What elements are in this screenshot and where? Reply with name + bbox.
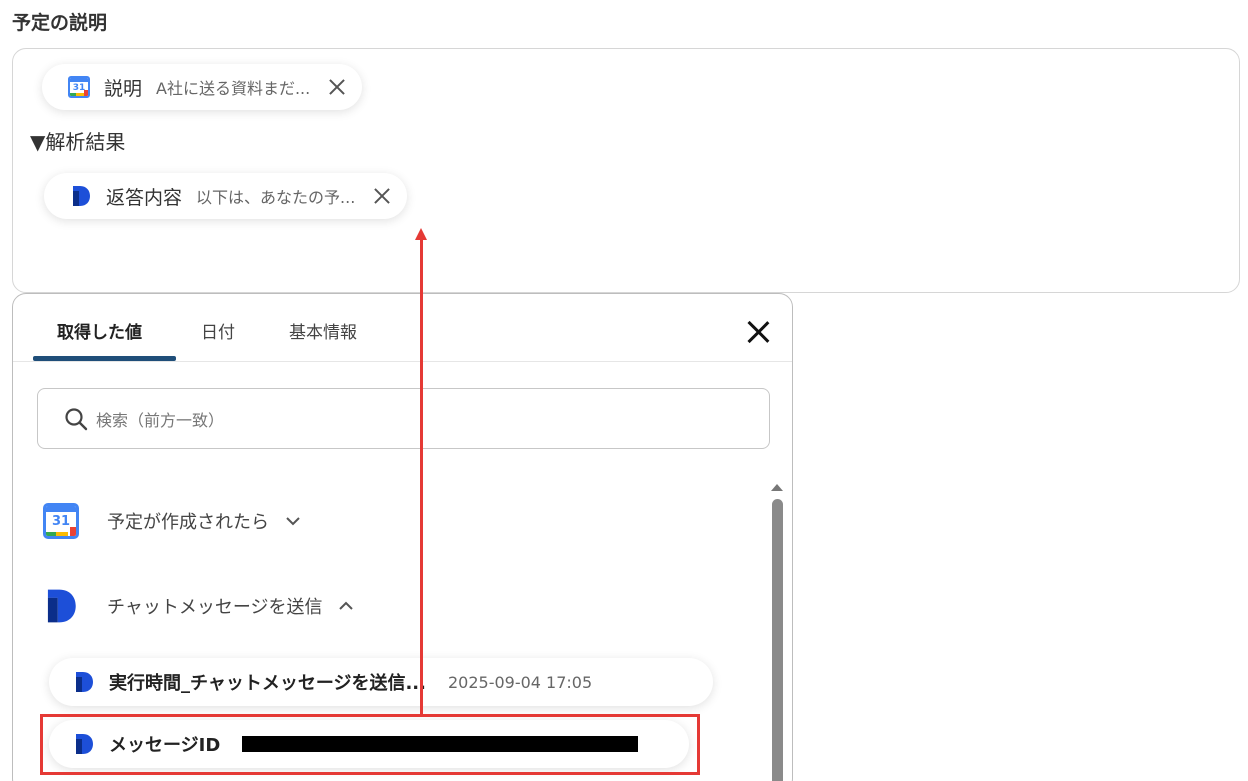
chip-name: 返答内容 xyxy=(106,186,183,209)
annotation-highlight-box xyxy=(40,714,700,775)
annotation-arrow-line xyxy=(420,238,423,714)
scroll-up-arrow-icon[interactable] xyxy=(771,484,783,491)
google-calendar-icon: 31 xyxy=(68,76,90,98)
group-label: チャットメッセージを送信 xyxy=(107,597,323,618)
group-calendar-event-created[interactable]: 31 予定が作成されたら xyxy=(43,503,301,539)
list-item-execution-time[interactable]: 実行時間_チャットメッセージを送信... 2025-09-04 17:05 xyxy=(49,658,713,706)
chip-value: 以下は、あなたの予... xyxy=(196,188,356,207)
item-name: 実行時間_チャットメッセージを送信... xyxy=(109,673,426,694)
annotation-arrow-head-icon xyxy=(415,228,427,240)
search-placeholder: 検索（前方一致） xyxy=(96,410,225,430)
chevron-down-icon[interactable] xyxy=(285,516,301,526)
variable-chip-description[interactable]: 31 説明 A社に送る資料まだ... xyxy=(42,64,363,110)
tab-bar: 取得した値 日付 基本情報 xyxy=(13,294,792,362)
value-picker-popup: 取得した値 日付 基本情報 検索（前方一致） 31 予定が作成されたら チャット… xyxy=(12,293,793,781)
group-label: 予定が作成されたら xyxy=(107,512,269,533)
search-icon xyxy=(65,407,88,430)
item-value: 2025-09-04 17:05 xyxy=(447,672,593,692)
editor-text-line: ▼解析結果 xyxy=(30,130,126,154)
variable-chip-response[interactable]: 返答内容 以下は、あなたの予... xyxy=(44,173,408,219)
active-tab-indicator xyxy=(33,356,176,361)
tab-date[interactable]: 日付 xyxy=(201,318,235,343)
close-icon[interactable] xyxy=(371,185,393,207)
dify-icon xyxy=(73,186,90,206)
chip-value: A社に送る資料まだ... xyxy=(156,79,311,98)
search-input[interactable]: 検索（前方一致） xyxy=(37,388,770,449)
scrollbar-thumb[interactable] xyxy=(772,499,783,781)
tab-basic-info[interactable]: 基本情報 xyxy=(289,318,357,343)
group-send-chat-message[interactable]: チャットメッセージを送信 xyxy=(43,586,354,626)
google-calendar-icon: 31 xyxy=(43,503,79,539)
chip-name: 説明 xyxy=(104,77,143,100)
section-title: 予定の説明 xyxy=(12,12,108,34)
close-icon[interactable] xyxy=(326,76,348,98)
dify-icon xyxy=(76,672,93,692)
tab-acquired-values[interactable]: 取得した値 xyxy=(57,318,142,343)
close-icon[interactable] xyxy=(745,319,771,345)
chevron-up-icon[interactable] xyxy=(338,601,354,611)
dify-icon xyxy=(47,589,76,623)
